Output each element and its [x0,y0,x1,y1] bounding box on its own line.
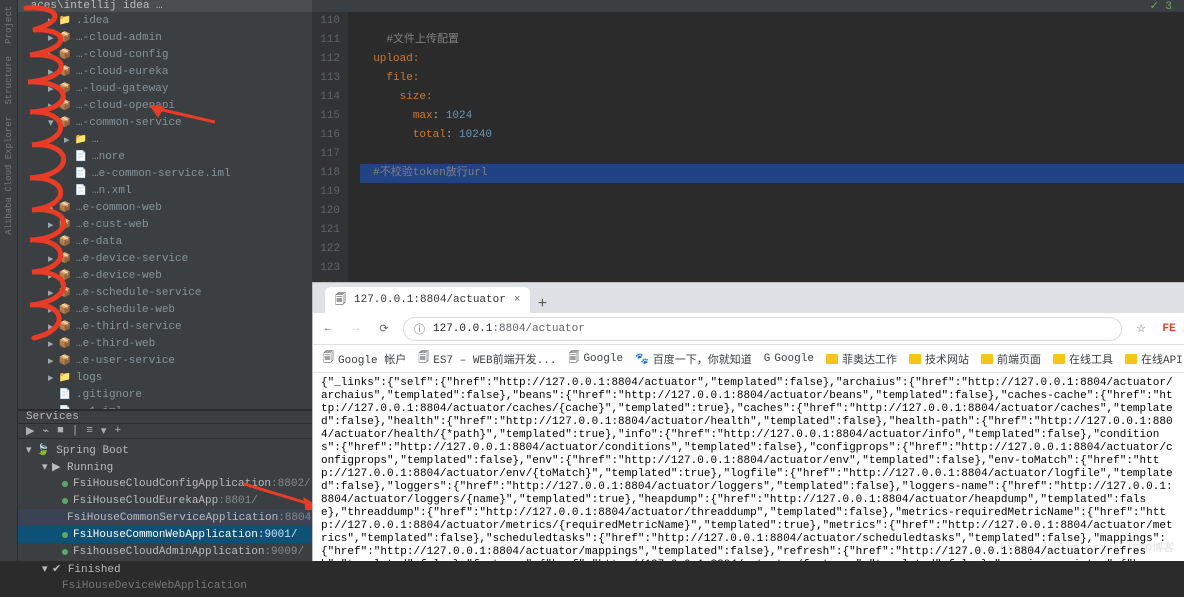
breadcrumb[interactable]: …aces\intellij idea … [18,0,312,12]
url-port: :8804 [492,323,525,335]
toolwin-alibaba[interactable]: Alibaba Cloud Explorer [4,116,14,235]
tab-favicon: 🗐 [335,291,346,310]
bookmark-item[interactable]: 🗐ES7 – WEB前端开发... [418,349,556,368]
bookmark-item[interactable]: 🐾百度一下，你就知道 [635,351,752,367]
tree-item[interactable]: ▸📁.idea [18,12,312,29]
stop-icon[interactable]: ■ [57,425,64,437]
tree-item[interactable]: 📄…n.xml [18,182,312,199]
tree-item[interactable]: 📄…e-common-service.iml [18,165,312,182]
browser-tab[interactable]: 🗐 127.0.0.1:8804/actuator × [325,287,530,313]
tree-item[interactable]: ▸📦…-loud-gateway [18,80,312,97]
tree-item[interactable]: ▸📦…e-device-service [18,250,312,267]
browser-window: 🗐 127.0.0.1:8804/actuator × + ← → ⟳ ⓘ 12… [312,282,1184,561]
add-icon[interactable]: + [114,425,121,437]
back-icon[interactable]: ← [319,323,337,335]
bookmark-item[interactable]: 🗐Google 帐户 [323,349,406,368]
tree-item[interactable]: ▸📦…e-third-web [18,335,312,352]
toolwin-structure[interactable]: Structure [4,56,14,105]
line-gutter: 1101111121131141151161171181191201211221… [312,12,348,282]
debug-icon[interactable]: ⌁ [42,424,49,438]
bookmark-item[interactable]: 菲奥达工作 [826,351,897,367]
analysis-badge[interactable]: ✓ 3 [312,0,1184,12]
svc-app[interactable]: FsiHouseCommonWebApplication :9001/ [18,526,312,543]
close-icon[interactable]: × [514,294,521,306]
url-host: 127.0.0.1 [433,323,492,335]
project-tree[interactable]: ▸📁.idea▸📦…-cloud-admin▸📦…-cloud-config▸📦… [18,12,312,410]
page-content[interactable]: {"_links":{"self":{"href":"http://127.0.… [313,373,1184,561]
browser-toolbar: ← → ⟳ ⓘ 127.0.0.1:8804/actuator ☆ FE [313,313,1184,345]
reload-icon[interactable]: ⟳ [375,322,393,336]
site-info-icon[interactable]: ⓘ [414,321,425,337]
bookmark-item[interactable]: 在线工具 [1053,351,1113,367]
star-icon[interactable]: ☆ [1132,322,1150,336]
bookmark-item[interactable]: 🗐Google [568,349,623,368]
bookmark-item[interactable]: 前端页面 [981,351,1041,367]
tree-item[interactable]: ▸📦…e-schedule-web [18,301,312,318]
tree-item[interactable]: 📄…nore [18,148,312,165]
tree-item[interactable]: ▸📦…e-cust-web [18,216,312,233]
svc-running[interactable]: ▾▶ Running [18,458,312,475]
filter-icon[interactable]: ≡ [86,425,93,437]
svc-root[interactable]: ▾🍃 Spring Boot [18,441,312,458]
bookmark-item[interactable]: GGoogle [764,353,814,365]
url-path: /actuator [525,323,584,335]
tree-item[interactable]: ▸📁logs [18,369,312,386]
tree-item[interactable]: ▸📦…e-user-service [18,352,312,369]
tree-item[interactable]: ▸📦…-cloud-eureka [18,63,312,80]
forward-icon[interactable]: → [347,323,365,335]
separator: | [72,425,79,437]
tree-item[interactable]: ▸📁… [18,131,312,148]
bookmark-item[interactable]: 在线API [1125,351,1183,367]
tree-item[interactable]: ▸📦…e-data [18,233,312,250]
tree-item[interactable]: 📄……1.iml [18,403,312,410]
browser-tabbar[interactable]: 🗐 127.0.0.1:8804/actuator × + [313,283,1184,313]
watermark: https://blog.csdn/51CTO博客 [1000,539,1174,555]
tree-item[interactable]: ▸📦…-cloud-admin [18,29,312,46]
run-icon[interactable]: ▶ [26,424,34,438]
extension-icon[interactable]: FE [1160,323,1178,335]
svc-app[interactable]: FsiHouseDeviceWebApplication [18,577,312,594]
svc-finished[interactable]: ▾✔ Finished [18,560,312,577]
svc-app[interactable]: FsihouseCloudAdminApplication :9009/ [18,543,312,560]
tool-window-bar[interactable]: Project Structure Alibaba Cloud Explorer [0,0,18,561]
tree-item[interactable]: ▸📦…e-third-service [18,318,312,335]
tree-item[interactable]: ▸📦…e-schedule-service [18,284,312,301]
svc-app[interactable]: FsiHouseCommonServiceApplication :8804/ [18,509,312,526]
tree-item[interactable]: ▸📦…e-device-web [18,267,312,284]
address-bar[interactable]: ⓘ 127.0.0.1:8804/actuator [403,317,1122,341]
breadcrumb-text: …aces\intellij idea … [24,0,163,12]
tab-title: 127.0.0.1:8804/actuator [354,294,506,306]
code-area[interactable]: #文件上传配置 upload: file: size: max: 1024 to… [348,12,1184,282]
expand-icon[interactable]: ▾ [101,424,107,438]
new-tab-button[interactable]: + [530,295,554,313]
tree-item[interactable]: ▸📦…e-common-web [18,199,312,216]
services-tree[interactable]: ▾🍃 Spring Boot ▾▶ RunningFsiHouseCloudCo… [18,439,312,596]
services-title[interactable]: Services [18,410,312,424]
toolwin-project[interactable]: Project [4,6,14,44]
bookmarks-bar[interactable]: 🗐Google 帐户 🗐ES7 – WEB前端开发... 🗐Google 🐾百度一下，… [313,345,1184,373]
code-editor[interactable]: 1101111121131141151161171181191201211221… [312,12,1184,282]
tree-item[interactable]: 📄.gitignore [18,386,312,403]
bookmark-item[interactable]: 技术网站 [909,351,969,367]
tree-item[interactable]: ▸📦…-cloud-config [18,46,312,63]
services-toolbar[interactable]: ▶ ⌁ ■ | ≡ ▾ + [18,424,312,439]
